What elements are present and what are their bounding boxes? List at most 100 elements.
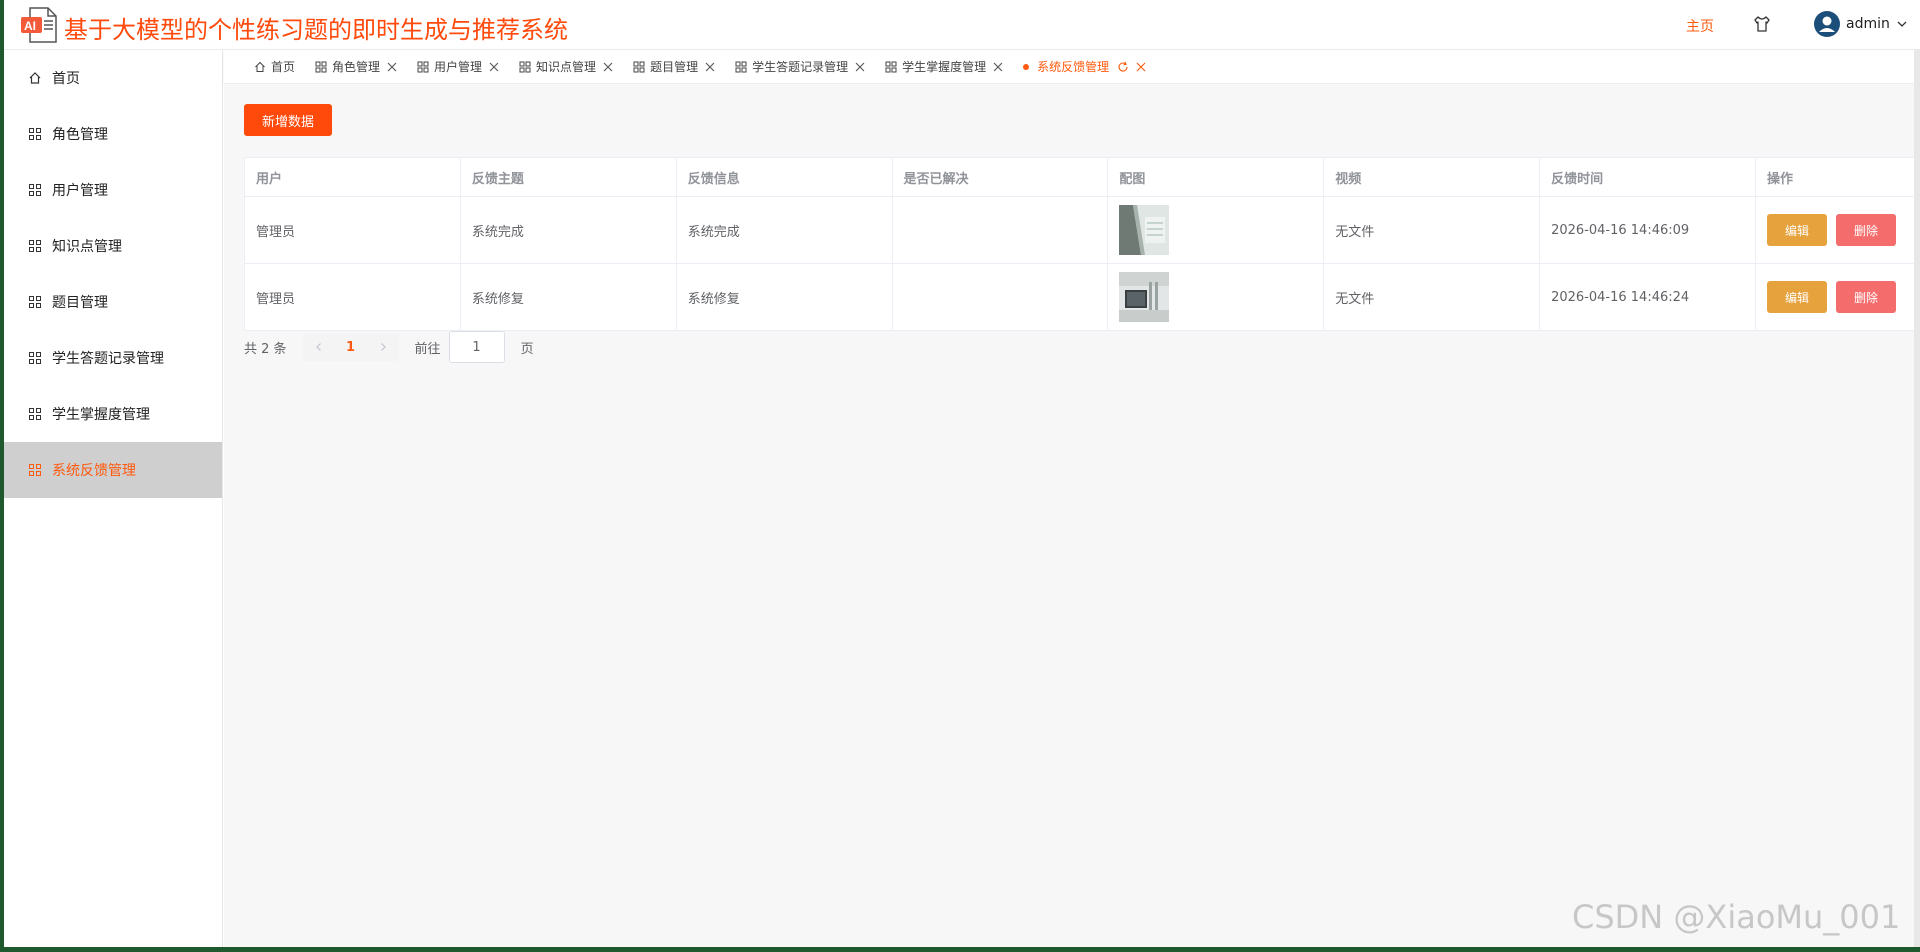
sidebar-item-label: 用户管理 [52,183,108,199]
tab-bar: 首页 角色管理 用户管理 知识点管理 题目管理 学生答题记录管理 学生掌握度管理… [224,50,1920,84]
grid-icon [735,61,747,72]
column-header[interactable]: 是否已解决 [891,157,1109,197]
edit-button[interactable]: 编辑 [1766,214,1827,246]
sidebar-item-answer-records[interactable]: 学生答题记录管理 [4,330,222,386]
prev-page-button[interactable] [302,333,335,361]
sidebar-item-label: 题目管理 [52,295,108,311]
feedback-image-thumbnail[interactable] [1119,205,1170,255]
sidebar-item-users[interactable]: 用户管理 [4,162,222,218]
close-icon[interactable] [705,62,715,72]
cell-info: 系统修复 [675,263,893,331]
refresh-icon[interactable] [1117,61,1129,73]
tab-label: 角色管理 [332,60,381,74]
sidebar-item-label: 学生掌握度管理 [52,407,150,423]
sidebar-item-label: 知识点管理 [52,239,122,255]
chevron-right-icon [380,343,386,351]
total-count: 共 2 条 [244,341,287,357]
grid-icon [29,464,41,476]
cell-image [1107,263,1325,331]
tab-label: 学生答题记录管理 [752,60,849,74]
user-menu[interactable]: admin [1814,11,1908,37]
cell-topic: 系统修复 [459,263,677,331]
app-logo-icon: AI [21,7,57,43]
tab-mastery[interactable]: 学生掌握度管理 [885,58,1003,75]
top-header: AI 基于大模型的个性练习题的即时生成与推荐系统 主页 admin [4,0,1920,50]
chevron-down-icon [1897,21,1907,27]
next-page-button[interactable] [366,333,399,361]
edit-button[interactable]: 编辑 [1766,281,1827,313]
close-icon[interactable] [1136,62,1146,72]
table-row: 管理员 系统完成 系统完成 无文件 2026-04-16 14:46:09 编辑… [244,196,1920,264]
app-title: 基于大模型的个性练习题的即时生成与推荐系统 [64,16,568,44]
grid-icon [417,61,429,72]
feedback-image-thumbnail[interactable] [1119,272,1170,322]
delete-button[interactable]: 删除 [1835,281,1896,313]
delete-button[interactable]: 删除 [1835,214,1896,246]
close-icon[interactable] [993,62,1003,72]
table-header-row: 用户 反馈主题 反馈信息 是否已解决 配图 视频 反馈时间 操作 [244,157,1920,197]
page-number[interactable]: 1 [334,333,367,361]
tab-roles[interactable]: 角色管理 [315,58,397,75]
sidebar-item-questions[interactable]: 题目管理 [4,274,222,330]
cell-time: 2026-04-16 14:46:09 [1539,196,1756,264]
cell-topic: 系统完成 [459,196,677,264]
column-header[interactable]: 配图 [1107,157,1325,197]
column-header[interactable]: 反馈时间 [1539,157,1756,197]
watermark: CSDN @XiaoMu_001 [1572,898,1901,936]
user-name: admin [1846,16,1890,32]
add-data-button[interactable]: 新增数据 [244,104,332,136]
column-header[interactable]: 反馈信息 [675,157,893,197]
sidebar-item-knowledge[interactable]: 知识点管理 [4,218,222,274]
cell-resolved [891,263,1109,331]
goto-page-input[interactable] [448,331,505,363]
theme-shirt-icon[interactable] [1752,14,1772,34]
cell-user: 管理员 [244,196,461,264]
chevron-left-icon [315,343,321,351]
grid-icon [315,61,327,72]
tab-answer-records[interactable]: 学生答题记录管理 [735,58,865,75]
tab-questions[interactable]: 题目管理 [633,58,715,75]
grid-icon [885,61,897,72]
main-content: 新增数据 用户 反馈主题 反馈信息 是否已解决 配图 视频 反馈时间 操作 管理… [224,85,1920,947]
goto-label: 前往 [414,341,441,357]
app-window: AI 基于大模型的个性练习题的即时生成与推荐系统 主页 admin 首页 角色管… [4,0,1920,947]
tab-label: 知识点管理 [536,60,597,74]
tab-users[interactable]: 用户管理 [417,58,499,75]
tab-label: 首页 [271,60,296,74]
sidebar-item-label: 角色管理 [52,127,108,143]
cell-resolved [891,196,1109,264]
header-home-link[interactable]: 主页 [1686,16,1714,36]
active-dot-icon [1023,63,1030,70]
sidebar-item-label: 学生答题记录管理 [52,351,164,367]
grid-icon [519,61,531,72]
column-header[interactable]: 操作 [1754,157,1920,197]
sidebar-item-mastery[interactable]: 学生掌握度管理 [4,386,222,442]
column-header[interactable]: 反馈主题 [459,157,677,197]
cell-time: 2026-04-16 14:46:24 [1539,263,1756,331]
sidebar-item-label: 首页 [52,71,80,87]
cell-info: 系统完成 [675,196,893,264]
tab-home[interactable]: 首页 [254,58,295,75]
vertical-scrollbar[interactable] [1914,50,1920,947]
tab-knowledge[interactable]: 知识点管理 [519,58,613,75]
grid-icon [29,240,41,252]
cell-image [1107,196,1325,264]
table-row: 管理员 系统修复 系统修复 无文件 2026-04-16 14:46:24 编辑… [244,263,1920,331]
home-icon [29,72,41,84]
tab-label: 题目管理 [650,60,699,74]
close-icon[interactable] [855,62,865,72]
tab-label: 学生掌握度管理 [902,60,987,74]
page-suffix-label: 页 [520,341,534,357]
close-icon[interactable] [603,62,613,72]
cell-user: 管理员 [244,263,461,331]
grid-icon [633,61,645,72]
pagination: 共 2 条 1 前往 页 [244,331,534,363]
column-header[interactable]: 视频 [1323,157,1541,197]
close-icon[interactable] [387,62,397,72]
sidebar-item-roles[interactable]: 角色管理 [4,106,222,162]
close-icon[interactable] [489,62,499,72]
column-header[interactable]: 用户 [244,157,461,197]
tab-feedback[interactable]: 系统反馈管理 [1023,58,1146,75]
sidebar-item-feedback[interactable]: 系统反馈管理 [4,442,222,498]
sidebar-item-home[interactable]: 首页 [4,50,222,106]
